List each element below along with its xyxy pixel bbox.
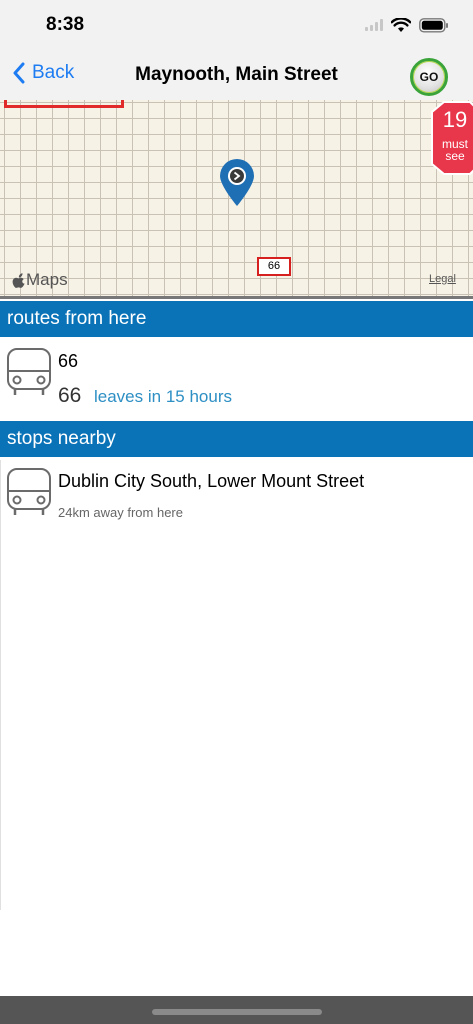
list-edge-divider (0, 460, 2, 910)
routes-section-header: routes from here (0, 301, 473, 337)
go-button[interactable]: GO (410, 58, 448, 96)
map-route-highlight (4, 100, 124, 108)
map-divider (0, 296, 473, 299)
must-see-number: 19 (443, 107, 467, 132)
stop-distance: 24km away from here (58, 505, 183, 520)
wifi-icon (391, 17, 411, 32)
battery-icon (419, 17, 448, 33)
must-see-line2: see (445, 149, 465, 163)
maps-brand: Maps (12, 270, 68, 290)
stop-title: Dublin City South, Lower Mount Street (58, 471, 365, 491)
stops-section-header: stops nearby (0, 421, 473, 457)
status-icons (365, 16, 449, 34)
navigation-bar: Back Maynooth, Main Street GO (0, 52, 473, 100)
must-see-badge[interactable]: 19 must see (430, 100, 473, 176)
cellular-signal-icon (365, 19, 383, 31)
departure-time: leaves in 15 hours (94, 387, 232, 406)
status-bar: 8:38 (0, 0, 473, 52)
status-time: 8:38 (46, 14, 85, 35)
home-indicator[interactable] (152, 1009, 322, 1015)
legal-link[interactable]: Legal (429, 273, 456, 285)
route-title: 66 (58, 351, 79, 371)
map-pin-icon[interactable] (218, 158, 256, 208)
page-title: Maynooth, Main Street (135, 64, 338, 85)
bus-icon (7, 468, 51, 515)
stop-row[interactable]: Dublin City South, Lower Mount Street 24… (0, 457, 473, 537)
apple-icon (12, 272, 25, 288)
maps-brand-label: Maps (26, 270, 68, 289)
bus-icon (7, 348, 51, 395)
route-number: 66 (58, 384, 82, 407)
map-route-label: 66 (257, 257, 291, 276)
route-row[interactable]: 66 66 leaves in 15 hours (0, 337, 473, 421)
go-label: GO (419, 70, 439, 84)
